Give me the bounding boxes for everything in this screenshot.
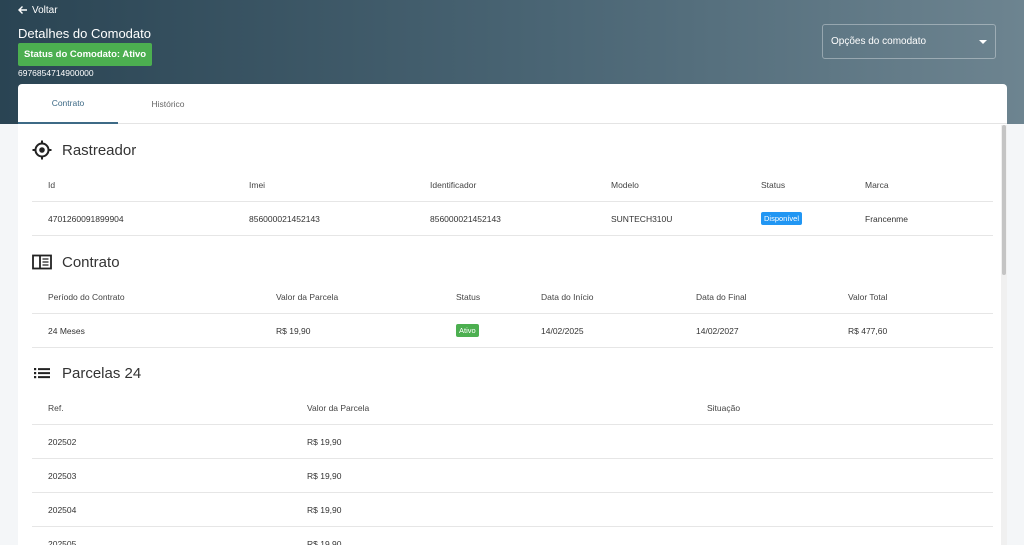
table-row: 202503 R$ 19,90 — [32, 459, 993, 493]
tab-contrato[interactable]: Contrato — [18, 84, 118, 124]
column-header: Marca — [865, 179, 889, 190]
column-header: Identificador — [430, 179, 477, 190]
cell-imei: 856000021452143 — [249, 213, 320, 224]
cell-ref: 202502 — [48, 436, 77, 447]
crosshair-icon — [32, 140, 52, 160]
cell-valor: R$ 19,90 — [307, 436, 342, 447]
cell-ref: 202505 — [48, 538, 77, 545]
column-header: Data do Final — [696, 291, 747, 302]
cell-data-inicio: 14/02/2025 — [541, 325, 584, 336]
section-contrato-title: Contrato — [32, 251, 120, 273]
options-label: Opções do comodato — [831, 36, 927, 47]
column-header: Data do Início — [541, 291, 594, 302]
table-row: 4701260091899904 856000021452143 8560000… — [32, 202, 993, 236]
cell-data-final: 14/02/2027 — [696, 325, 739, 336]
column-header: Situação — [707, 402, 741, 413]
page-title: Detalhes do Comodato — [18, 26, 151, 41]
card-content: Rastreador Id Imei Identificador Modelo … — [18, 125, 1007, 545]
cell-periodo: 24 Meses — [48, 325, 85, 336]
cell-valor: R$ 19,90 — [307, 504, 342, 515]
cell-modelo: SUNTECH310U — [611, 213, 673, 224]
status-badge: Disponível — [761, 212, 803, 225]
table-row: 202502 R$ 19,90 — [32, 425, 993, 459]
cell-id: 4701260091899904 — [48, 213, 124, 224]
parcelas-table: Ref. Valor da Parcela Situação 202502 R$… — [32, 391, 993, 545]
column-header: Valor da Parcela — [276, 291, 339, 302]
column-header: Valor Total — [848, 291, 888, 302]
cell-identificador: 856000021452143 — [430, 213, 501, 224]
cell-status: Disponível — [761, 202, 803, 235]
column-header: Ref. — [48, 402, 64, 413]
rastreador-table: Id Imei Identificador Modelo Status Marc… — [32, 168, 993, 236]
section-parcelas-title: Parcelas 24 — [32, 362, 141, 384]
cell-ref: 202503 — [48, 470, 77, 481]
section-label: Contrato — [62, 253, 120, 271]
table-header-row: Id Imei Identificador Modelo Status Marc… — [32, 168, 993, 202]
column-header: Id — [48, 179, 56, 190]
column-header: Modelo — [611, 179, 639, 190]
column-header: Status — [456, 291, 481, 302]
table-header-row: Ref. Valor da Parcela Situação — [32, 391, 993, 425]
options-dropdown[interactable]: Opções do comodato — [822, 24, 996, 59]
caret-down-icon — [979, 39, 987, 44]
vertical-scrollbar[interactable] — [1001, 125, 1007, 545]
scrollbar-thumb[interactable] — [1002, 125, 1006, 275]
back-label: Voltar — [32, 4, 58, 16]
section-rastreador-title: Rastreador — [32, 139, 136, 161]
back-link[interactable]: Voltar — [18, 3, 58, 17]
contract-id: 6976854714900000 — [18, 68, 94, 78]
tab-bar: Contrato Histórico — [18, 84, 1007, 124]
table-row: 24 Meses R$ 19,90 Ativo 14/02/2025 14/02… — [32, 314, 993, 348]
column-header: Imei — [249, 179, 266, 190]
contrato-table: Período do Contrato Valor da Parcela Sta… — [32, 280, 993, 348]
list-icon — [32, 363, 52, 383]
table-row: 202505 R$ 19,90 — [32, 527, 993, 545]
column-header: Valor da Parcela — [307, 402, 370, 413]
arrow-left-icon — [18, 6, 27, 14]
cell-valor-total: R$ 477,60 — [848, 325, 888, 336]
cell-valor-parcela: R$ 19,90 — [276, 325, 311, 336]
column-header: Status — [761, 179, 786, 190]
column-header: Período do Contrato — [48, 291, 125, 302]
cell-valor: R$ 19,90 — [307, 538, 342, 545]
table-header-row: Período do Contrato Valor da Parcela Sta… — [32, 280, 993, 314]
cell-status: Ativo — [456, 314, 479, 347]
cell-marca: Francenme — [865, 213, 908, 224]
cell-valor: R$ 19,90 — [307, 470, 342, 481]
section-label: Parcelas 24 — [62, 364, 142, 382]
status-badge: Ativo — [456, 324, 479, 337]
table-row: 202504 R$ 19,90 — [32, 493, 993, 527]
section-label: Rastreador — [62, 141, 137, 159]
book-open-icon — [32, 252, 52, 272]
details-card: Contrato Histórico Rastreador Id Imei Id… — [18, 84, 1007, 545]
status-badge: Status do Comodato: Ativo — [18, 43, 153, 66]
cell-ref: 202504 — [48, 504, 77, 515]
tab-historico[interactable]: Histórico — [118, 84, 218, 124]
